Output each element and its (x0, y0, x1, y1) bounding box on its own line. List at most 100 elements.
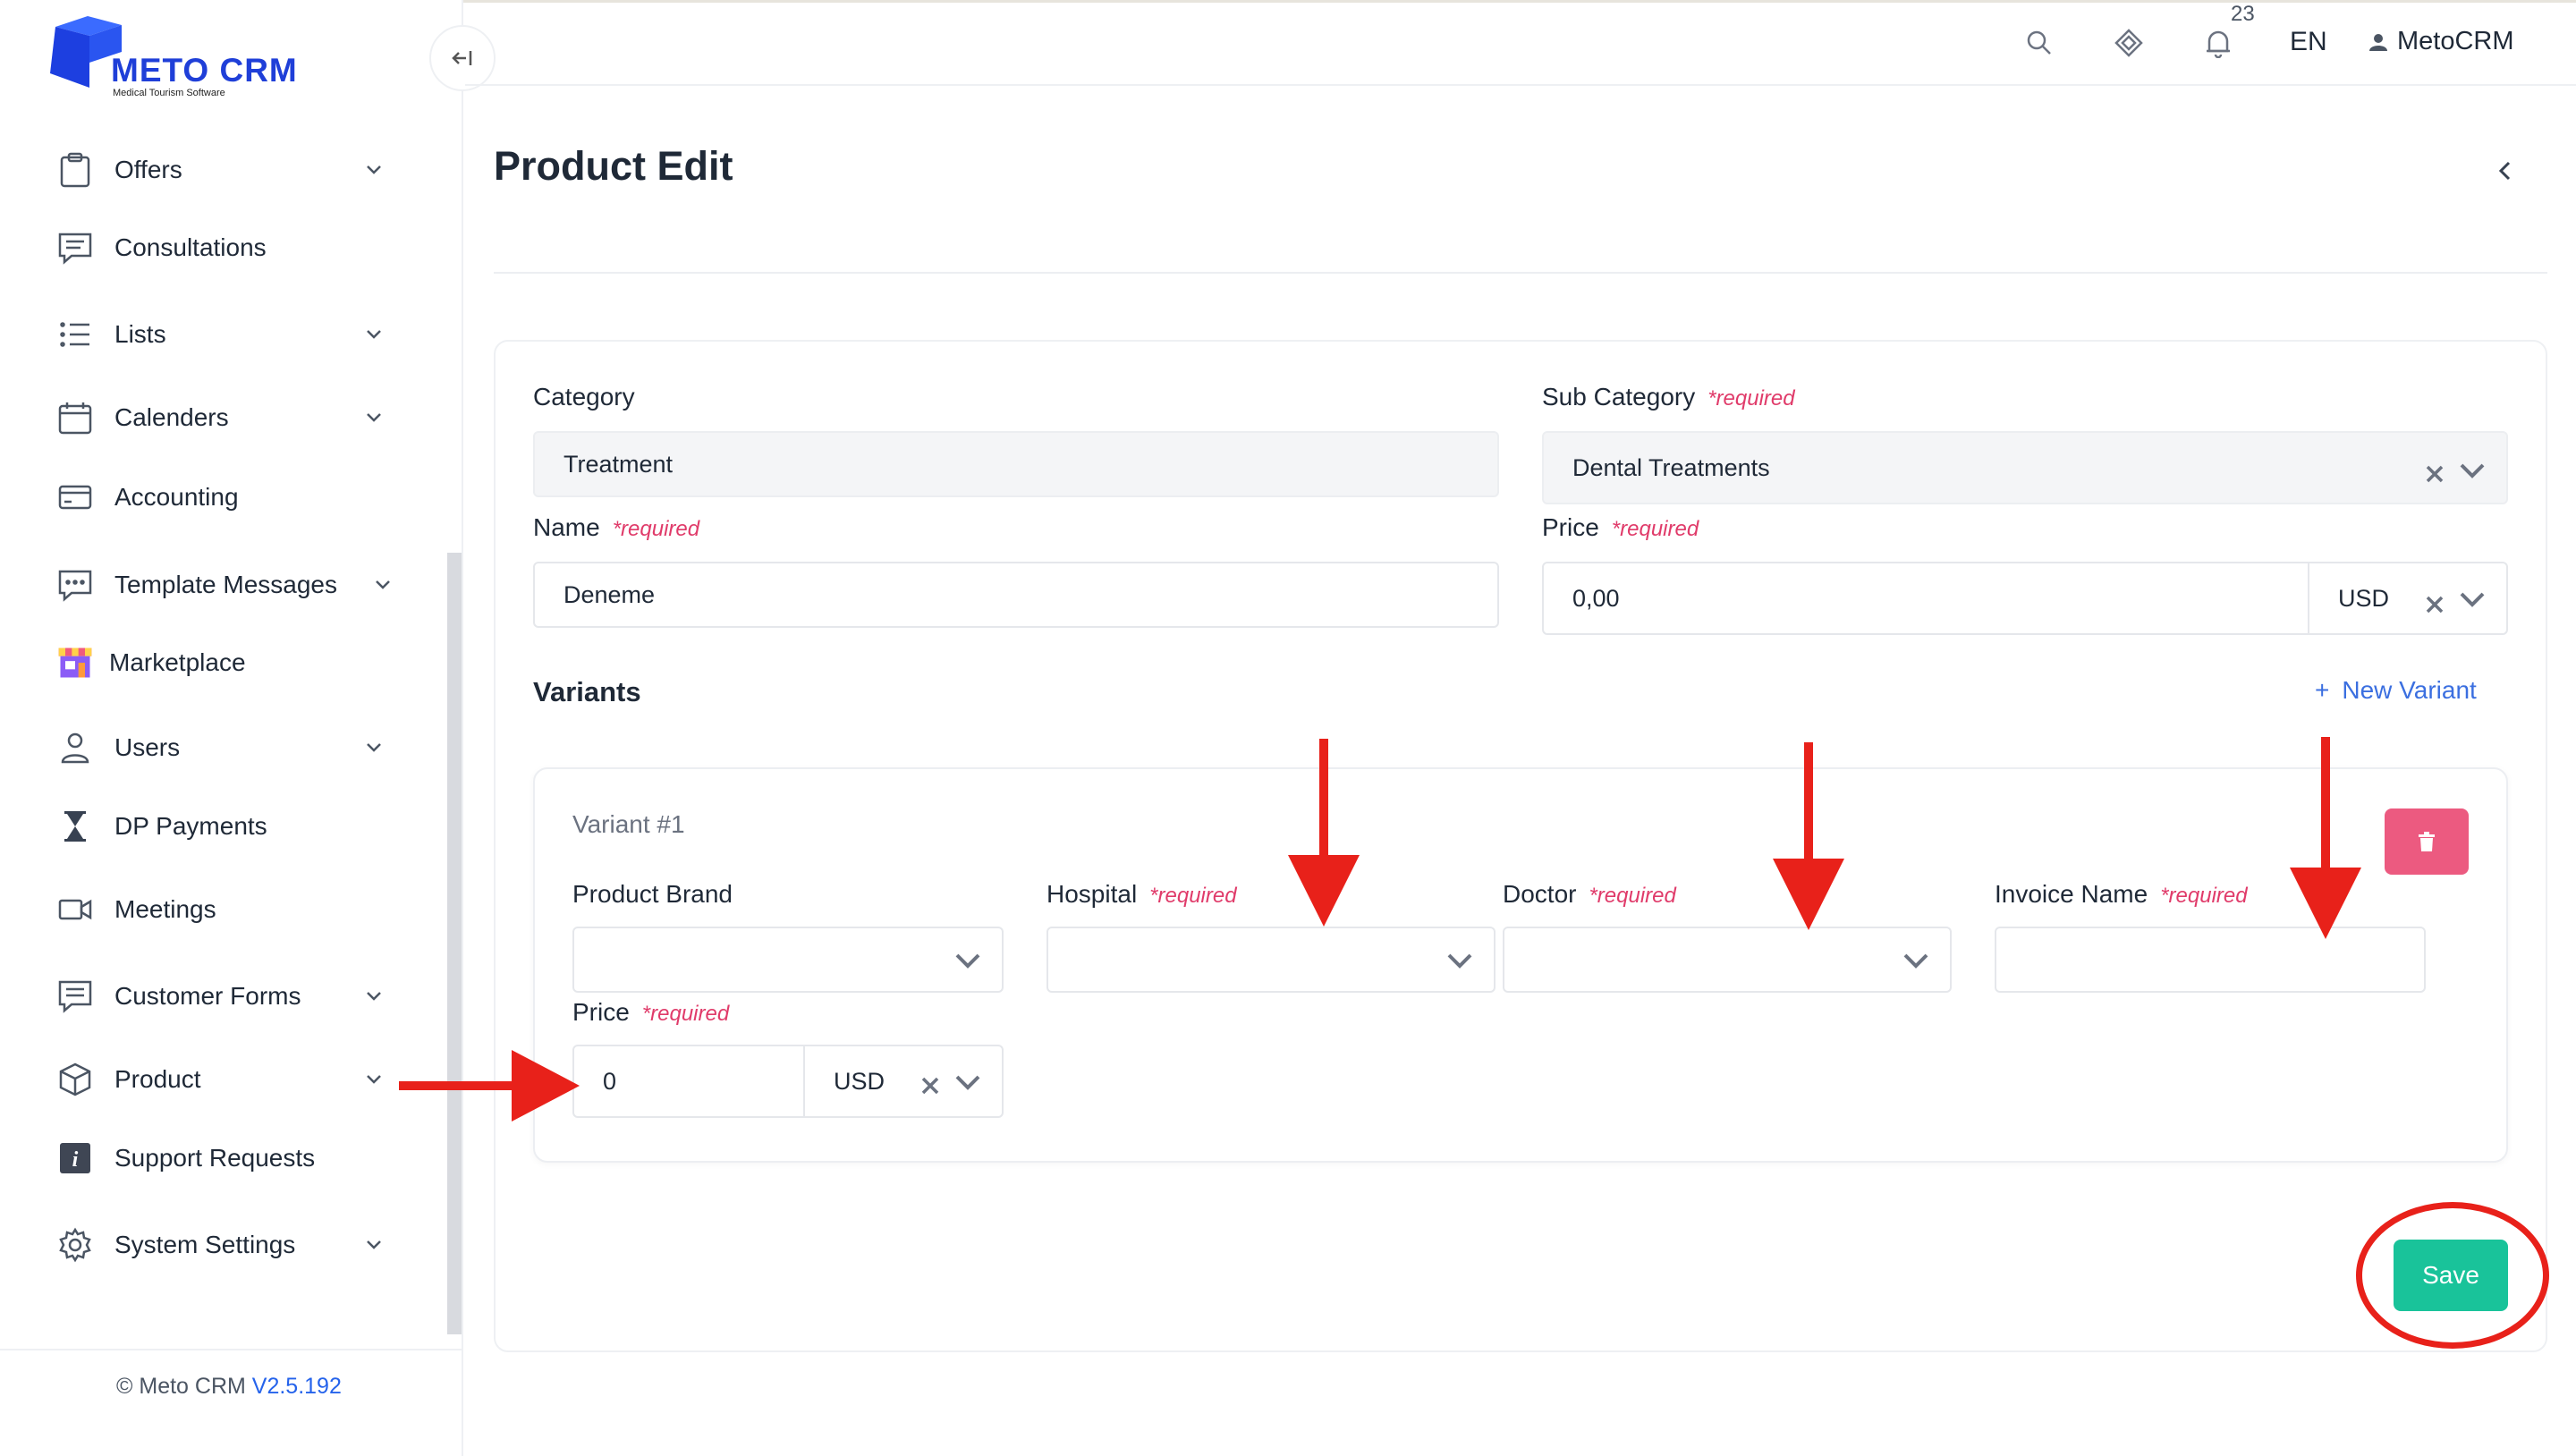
sidebar-item-label: System Settings (114, 1231, 296, 1258)
info-icon: i (55, 1139, 95, 1178)
variant-price-input[interactable]: 0 (572, 1045, 805, 1118)
clear-x-icon[interactable] (919, 1075, 941, 1096)
brand-name: METO CRM (111, 52, 298, 89)
category-value: Treatment (564, 450, 674, 478)
svg-text:i: i (72, 1148, 79, 1172)
variant-price-label: Price *required (572, 998, 729, 1027)
chevron-down-icon[interactable] (953, 1068, 982, 1096)
variant-currency-select[interactable]: USD (803, 1045, 1004, 1118)
chevron-down-icon[interactable] (1445, 946, 1474, 975)
sidebar-item-meetings[interactable]: Meetings (55, 883, 395, 936)
price-value: 0,00 (1572, 584, 1620, 612)
sidebar-item-label: Customer Forms (114, 982, 301, 1010)
sidebar-item-label: Calenders (114, 403, 229, 431)
chevron-down-icon (361, 405, 386, 430)
video-camera-icon (55, 890, 95, 929)
sidebar-scrollbar[interactable] (447, 553, 462, 1334)
clear-x-icon[interactable] (2424, 463, 2445, 485)
annotation-arrow-down (1288, 739, 1360, 927)
chevron-down-icon[interactable] (953, 946, 982, 975)
sidebar-item-consultations[interactable]: Consultations (55, 221, 395, 275)
variant-price-value: 0 (603, 1067, 617, 1095)
doctor-label: Doctor *required (1503, 880, 1676, 909)
diamond-grid-icon[interactable] (2111, 25, 2147, 61)
variant-price-label-text: Price (572, 998, 630, 1026)
version-info: © Meto CRM V2.5.192 (116, 1374, 342, 1400)
top-header (465, 0, 2576, 86)
message-dots-icon (55, 565, 95, 605)
delete-variant-button[interactable] (2385, 808, 2469, 875)
annotation-arrow-down (2290, 737, 2361, 939)
sidebar-item-marketplace[interactable]: Marketplace (55, 636, 395, 690)
required-marker: *required (1149, 884, 1237, 908)
user-menu[interactable]: MetoCRM (2368, 27, 2514, 56)
category-label: Category (533, 383, 635, 411)
required-marker: *required (2160, 884, 2248, 908)
clear-x-icon[interactable] (2424, 594, 2445, 615)
price-input[interactable]: 0,00 (1542, 562, 2309, 635)
price-label-text: Price (1542, 513, 1599, 541)
chevron-down-icon (361, 1232, 386, 1257)
chevron-down-icon[interactable] (2458, 456, 2487, 485)
sidebar-item-label: Meetings (114, 895, 216, 923)
sub-category-value: Dental Treatments (1572, 453, 1770, 481)
sidebar-item-label: Marketplace (109, 648, 246, 676)
required-marker: *required (1707, 386, 1795, 411)
user-icon (2369, 33, 2387, 51)
new-variant-button[interactable]: + New Variant (2315, 676, 2477, 705)
calendar-icon (55, 398, 95, 437)
sidebar-item-dp-payments[interactable]: DP Payments (55, 800, 395, 853)
user-name: MetoCRM (2397, 27, 2514, 55)
brand-logo[interactable]: METO CRM Medical Tourism Software (48, 16, 317, 106)
sidebar-item-product[interactable]: Product (55, 1053, 395, 1106)
doctor-select[interactable] (1503, 927, 1952, 993)
back-chevron-icon[interactable] (2492, 157, 2519, 184)
clipboard-icon (55, 150, 95, 190)
sidebar-item-customer-forms[interactable]: Customer Forms (55, 969, 395, 1023)
sidebar-item-label: Accounting (114, 483, 239, 511)
hospital-select[interactable] (1046, 927, 1496, 993)
chevron-down-icon (370, 572, 395, 597)
annotation-arrow-down (1773, 742, 1844, 930)
required-marker: *required (641, 1002, 730, 1026)
list-icon (55, 315, 95, 354)
sidebar-item-label: Users (114, 733, 181, 761)
sidebar-item-label: DP Payments (114, 812, 267, 840)
language-switcher[interactable]: EN (2290, 27, 2327, 57)
product-brand-select[interactable] (572, 927, 1004, 993)
sidebar-item-system-settings[interactable]: System Settings (55, 1218, 395, 1272)
sidebar-item-offers[interactable]: Offers (55, 143, 395, 197)
sidebar-item-label: Template Messages (114, 571, 338, 598)
sub-category-label: Sub Category *required (1542, 383, 1795, 411)
search-icon[interactable] (2021, 25, 2057, 61)
chevron-down-icon (361, 1067, 386, 1092)
chevron-down-icon (361, 984, 386, 1009)
doctor-label-text: Doctor (1503, 880, 1577, 908)
notification-count: 23 (2231, 2, 2255, 26)
bell-icon[interactable] (2200, 25, 2236, 61)
sub-category-select[interactable]: Dental Treatments (1542, 431, 2508, 504)
sidebar-item-label: Support Requests (114, 1144, 316, 1172)
title-divider (494, 272, 2547, 274)
new-variant-label: New Variant (2342, 676, 2477, 704)
variant-currency-value: USD (834, 1067, 886, 1095)
sidebar-item-users[interactable]: Users (55, 721, 395, 775)
product-brand-label: Product Brand (572, 880, 733, 908)
sidebar-item-calenders[interactable]: Calenders (55, 391, 395, 444)
version-number[interactable]: V2.5.192 (252, 1374, 342, 1399)
page-title: Product Edit (494, 143, 733, 189)
name-value: Deneme (564, 580, 656, 608)
trash-icon (2419, 832, 2435, 851)
price-currency-select[interactable]: USD (2308, 562, 2508, 635)
name-input[interactable]: Deneme (533, 562, 1499, 628)
chevron-down-icon[interactable] (1902, 946, 1930, 975)
sidebar-item-lists[interactable]: Lists (55, 308, 395, 361)
invoice-name-label: Invoice Name *required (1995, 880, 2248, 909)
name-label-text: Name (533, 513, 600, 541)
sidebar-item-accounting[interactable]: Accounting (55, 470, 395, 524)
price-currency-value: USD (2338, 584, 2390, 612)
sidebar-item-support-requests[interactable]: i Support Requests (55, 1131, 395, 1185)
sidebar-item-template-messages[interactable]: Template Messages (55, 558, 395, 612)
chevron-down-icon (361, 157, 386, 182)
chevron-down-icon[interactable] (2458, 585, 2487, 614)
